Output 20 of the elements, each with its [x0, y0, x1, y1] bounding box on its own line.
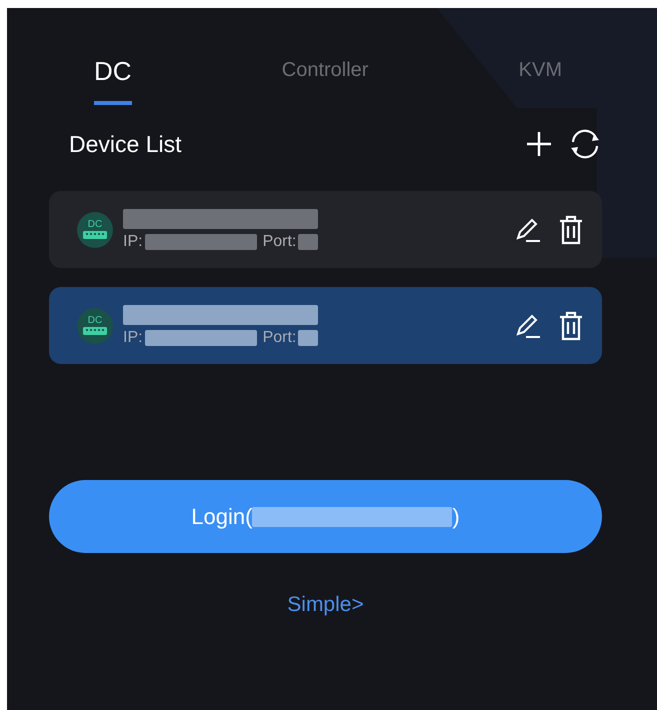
port-label: Port: — [262, 328, 296, 346]
login-button[interactable]: Login( ) — [49, 480, 602, 553]
tab[interactable]: DC — [94, 56, 132, 105]
add-icon[interactable] — [524, 129, 554, 159]
delete-icon[interactable] — [558, 310, 584, 340]
redacted-text — [298, 234, 318, 250]
device-card[interactable]: DC IP: Port: — [49, 287, 602, 364]
section-title: Device List — [69, 130, 182, 158]
device-avatar: DC — [77, 308, 113, 344]
ip-label: IP: — [123, 232, 143, 250]
tab[interactable]: KVM — [518, 56, 562, 105]
redacted-text — [298, 330, 318, 346]
refresh-icon[interactable] — [568, 127, 602, 161]
device-avatar: DC — [77, 212, 113, 248]
port-label: Port: — [262, 232, 296, 250]
ip-label: IP: — [123, 328, 143, 346]
simple-link[interactable]: Simple> — [287, 593, 364, 617]
device-card[interactable]: DC IP: Port: — [49, 191, 602, 268]
tab[interactable]: Controller — [282, 56, 368, 105]
delete-icon[interactable] — [558, 214, 584, 244]
